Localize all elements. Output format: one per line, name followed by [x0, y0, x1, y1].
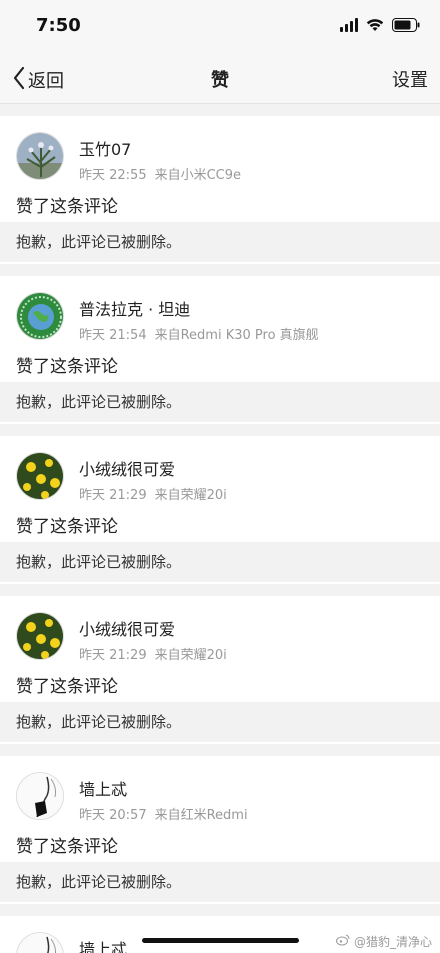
post-source: 来自荣耀20i [154, 488, 227, 503]
post-source: 来自Redmi K30 Pro 真旗舰 [154, 328, 319, 343]
quoted-comment[interactable]: 抱歉，此评论已被删除。 [0, 542, 440, 582]
status-bar: 7:50 [0, 0, 440, 52]
watermark: @猎豹_清净心 [335, 933, 432, 950]
user-name[interactable]: 普法拉克 · 坦迪 [79, 296, 190, 320]
likes-feed: 玉竹07 昨天 22:55 来自小米CC9e 赞了这条评论 抱歉，此评论已被删除。… [0, 116, 440, 953]
post-source: 来自小米CC9e [154, 168, 242, 183]
user-name[interactable]: 小绒绒很可爱 [79, 456, 175, 480]
like-item[interactable]: 玉竹07 昨天 22:55 来自小米CC9e 赞了这条评论 抱歉，此评论已被删除。 [0, 116, 440, 264]
like-item[interactable]: 普法拉克 · 坦迪 昨天 21:54 来自Redmi K30 Pro 真旗舰 赞了… [0, 276, 440, 424]
user-name[interactable]: 墙上忒 [79, 776, 127, 800]
flower-avatar[interactable] [16, 452, 64, 500]
like-action-text: 赞了这条评论 [16, 837, 118, 857]
status-time: 7:50 [36, 15, 81, 36]
nav-bar: 返回 赞 设置 [0, 52, 440, 104]
like-item[interactable]: 小绒绒很可爱 昨天 21:29 来自荣耀20i 赞了这条评论 抱歉，此评论已被删除… [0, 436, 440, 584]
quoted-comment[interactable]: 抱歉，此评论已被删除。 [0, 702, 440, 742]
timestamp: 昨天 21:29 [79, 488, 147, 503]
sketch-avatar[interactable] [16, 932, 64, 953]
globe-avatar[interactable] [16, 292, 64, 340]
quoted-comment[interactable]: 抱歉，此评论已被删除。 [0, 382, 440, 422]
post-meta: 昨天 21:29 来自荣耀20i [79, 484, 227, 503]
flower-avatar[interactable] [16, 612, 64, 660]
quoted-comment[interactable]: 抱歉，此评论已被删除。 [0, 222, 440, 262]
timestamp: 昨天 21:29 [79, 648, 147, 663]
like-action-text: 赞了这条评论 [16, 357, 118, 377]
post-meta: 昨天 22:55 来自小米CC9e [79, 164, 241, 183]
user-name[interactable]: 墙上忒 [79, 936, 127, 953]
user-name[interactable]: 玉竹07 [79, 136, 131, 160]
wifi-icon [366, 18, 384, 32]
page-title: 赞 [211, 70, 229, 91]
battery-icon [392, 18, 420, 32]
timestamp: 昨天 22:55 [79, 168, 147, 183]
post-meta: 昨天 21:29 来自荣耀20i [79, 644, 227, 663]
home-indicator[interactable] [142, 938, 299, 943]
quoted-comment[interactable]: 抱歉，此评论已被删除。 [0, 862, 440, 902]
status-icons [340, 18, 420, 32]
timestamp: 昨天 20:57 [79, 808, 147, 823]
user-name[interactable]: 小绒绒很可爱 [79, 616, 175, 640]
settings-button[interactable]: 设置 [392, 66, 428, 92]
signal-icon [340, 18, 358, 32]
like-action-text: 赞了这条评论 [16, 677, 118, 697]
timestamp: 昨天 21:54 [79, 328, 147, 343]
post-meta: 昨天 21:54 来自Redmi K30 Pro 真旗舰 [79, 324, 319, 343]
post-source: 来自荣耀20i [154, 648, 227, 663]
like-action-text: 赞了这条评论 [16, 197, 118, 217]
post-meta: 昨天 20:57 来自红米Redmi [79, 804, 248, 823]
plant-avatar[interactable] [16, 132, 64, 180]
back-label: 返回 [28, 71, 64, 92]
chevron-left-icon [12, 66, 26, 94]
weibo-icon [335, 934, 350, 949]
post-source: 来自红米Redmi [154, 808, 248, 823]
back-button[interactable]: 返回 [12, 66, 64, 94]
like-item[interactable]: 墙上忒 昨天 20:57 来自红米Redmi 赞了这条评论 抱歉，此评论已被删除。 [0, 756, 440, 904]
sketch-avatar[interactable] [16, 772, 64, 820]
watermark-text: @猎豹_清净心 [353, 935, 432, 949]
like-action-text: 赞了这条评论 [16, 517, 118, 537]
like-item[interactable]: 小绒绒很可爱 昨天 21:29 来自荣耀20i 赞了这条评论 抱歉，此评论已被删除… [0, 596, 440, 744]
